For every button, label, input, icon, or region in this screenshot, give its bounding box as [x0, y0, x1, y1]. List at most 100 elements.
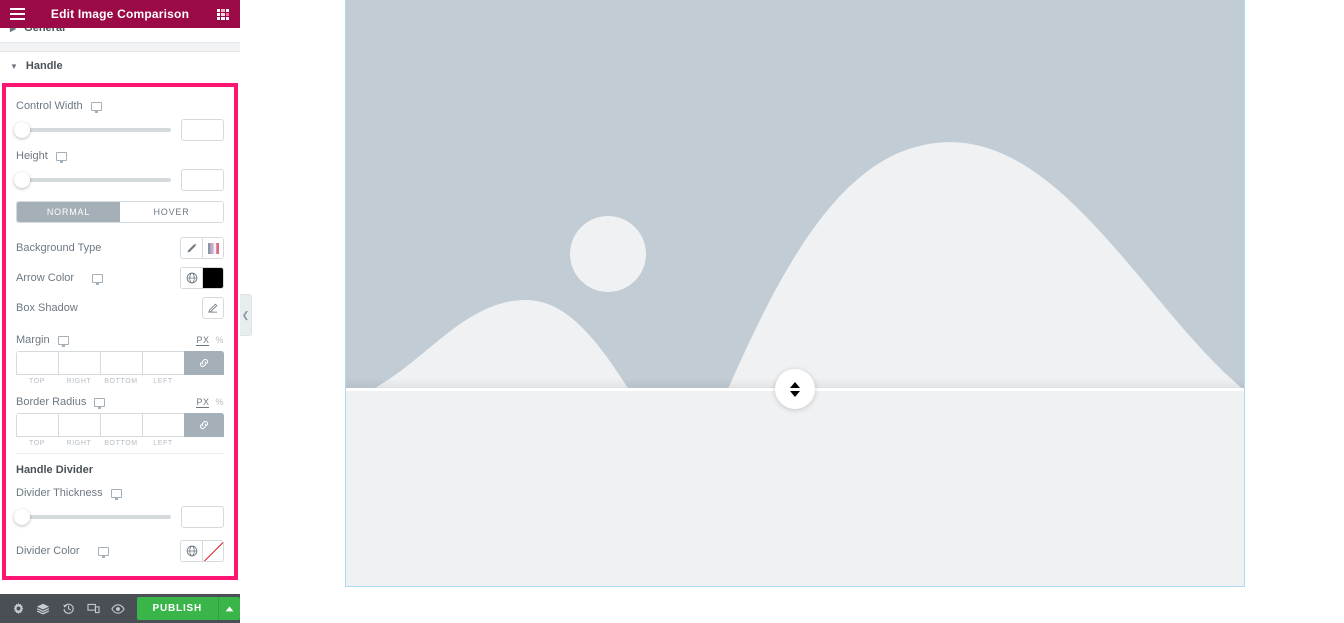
radius-right-label: RIGHT	[66, 440, 92, 447]
border-radius-fields: TOP RIGHT BOTTOM LEFT	[16, 413, 224, 447]
page-title: Edit Image Comparison	[50, 7, 190, 21]
radius-bottom-input[interactable]	[100, 413, 142, 437]
background-type-label: Background Type	[16, 242, 102, 254]
link-icon[interactable]	[184, 351, 224, 375]
desktop-icon[interactable]	[97, 546, 109, 558]
section-general-label: General	[24, 28, 66, 34]
chevron-down-icon: ▼	[10, 61, 18, 71]
radius-left-input[interactable]	[142, 413, 184, 437]
image-comparison-widget[interactable]	[345, 0, 1245, 587]
gear-icon[interactable]	[6, 594, 31, 623]
height-control: Height	[14, 145, 224, 193]
margin-bottom-cell: BOTTOM	[100, 351, 142, 385]
box-shadow-control: Box Shadow	[16, 293, 224, 323]
triangle-up-icon	[790, 381, 800, 388]
link-icon[interactable]	[184, 413, 224, 437]
desktop-icon[interactable]	[57, 335, 69, 347]
background-type-control: Background Type	[16, 233, 224, 263]
radius-right-cell: RIGHT	[58, 413, 100, 447]
publish-button[interactable]: PUBLISH	[136, 597, 219, 620]
responsive-icon[interactable]	[81, 594, 106, 623]
arrow-color-swatch[interactable]	[202, 268, 223, 288]
radius-bottom-cell: BOTTOM	[100, 413, 142, 447]
before-image	[346, 0, 1244, 388]
margin-right-input[interactable]	[58, 351, 100, 375]
height-input[interactable]	[181, 169, 224, 191]
hamburger-menu-icon[interactable]	[0, 0, 34, 28]
desktop-icon[interactable]	[90, 101, 102, 113]
radius-top-label: TOP	[28, 440, 46, 447]
tab-hover[interactable]: HOVER	[120, 202, 223, 222]
handle-settings-group: Control Width Height NORMAL HOVER Backgr…	[2, 83, 238, 580]
arrow-color-control: Arrow Color	[16, 263, 224, 293]
margin-unit-px[interactable]: PX	[196, 335, 210, 346]
paint-brush-icon[interactable]	[181, 238, 202, 258]
margin-bottom-label: BOTTOM	[104, 378, 138, 385]
gradient-icon[interactable]	[202, 238, 223, 258]
state-tabs: NORMAL HOVER	[16, 201, 224, 223]
border-radius-control: Border Radius PX % TOP RIGHT BOTTOM LEFT	[16, 391, 224, 447]
height-label: Height	[16, 150, 48, 162]
divider-color-control: Divider Color	[16, 536, 224, 566]
slider-knob[interactable]	[14, 122, 30, 138]
divider-thickness-input[interactable]	[181, 506, 224, 528]
panel-footer: PUBLISH	[0, 594, 241, 623]
editor-root: Edit Image Comparison ▶ General ▼ Handle	[0, 0, 1344, 623]
control-width-input[interactable]	[181, 119, 224, 141]
margin-left-input[interactable]	[142, 351, 184, 375]
panel-header: Edit Image Comparison	[0, 0, 240, 28]
divider-color-swatch[interactable]	[202, 541, 223, 561]
chevron-up-icon[interactable]	[218, 597, 241, 620]
triangle-down-icon	[790, 390, 800, 397]
margin-fields: TOP RIGHT BOTTOM LEFT	[16, 351, 224, 385]
radius-top-input[interactable]	[16, 413, 58, 437]
control-width-slider[interactable]	[14, 122, 171, 138]
chevron-right-icon: ▶	[10, 28, 17, 33]
history-icon[interactable]	[56, 594, 81, 623]
margin-top-cell: TOP	[16, 351, 58, 385]
background-type-options	[180, 237, 224, 259]
margin-top-label: TOP	[28, 378, 46, 385]
section-general[interactable]: ▶ General	[0, 28, 240, 42]
border-radius-unit-px[interactable]: PX	[196, 397, 210, 408]
control-width-label: Control Width	[16, 100, 83, 112]
margin-unit-percent[interactable]: %	[215, 335, 224, 345]
handle-divider-title: Handle Divider	[16, 453, 224, 482]
desktop-icon[interactable]	[94, 397, 106, 409]
eye-icon[interactable]	[106, 594, 131, 623]
border-radius-unit-percent[interactable]: %	[215, 397, 224, 407]
divider-thickness-slider[interactable]	[14, 509, 171, 525]
elementor-settings-panel: Edit Image Comparison ▶ General ▼ Handle	[0, 0, 241, 623]
tab-normal[interactable]: NORMAL	[17, 202, 120, 222]
margin-left-cell: LEFT	[142, 351, 184, 385]
slider-knob[interactable]	[14, 509, 30, 525]
editor-canvas	[240, 0, 1344, 623]
publish-group: PUBLISH	[136, 597, 241, 620]
globe-icon[interactable]	[181, 541, 202, 561]
apps-grid-icon[interactable]	[206, 0, 240, 28]
arrow-color-picker	[180, 267, 224, 289]
desktop-icon[interactable]	[110, 488, 122, 500]
section-handle[interactable]: ▼ Handle	[0, 52, 240, 80]
chevron-left-icon[interactable]: ❮	[240, 294, 252, 336]
margin-control: Margin PX % TOP RIGHT BOTTOM LEFT	[16, 329, 224, 385]
box-shadow-label: Box Shadow	[16, 302, 78, 314]
comparison-handle[interactable]	[775, 369, 815, 409]
radius-right-input[interactable]	[58, 413, 100, 437]
divider-thickness-label: Divider Thickness	[16, 487, 103, 499]
margin-bottom-input[interactable]	[100, 351, 142, 375]
border-radius-label: Border Radius	[16, 396, 87, 408]
height-slider[interactable]	[14, 172, 171, 188]
panel-scroll-body[interactable]: ▶ General ▼ Handle Control Width Height …	[0, 28, 240, 595]
globe-icon[interactable]	[181, 268, 202, 288]
radius-top-cell: TOP	[16, 413, 58, 447]
divider-color-picker	[180, 540, 224, 562]
layers-icon[interactable]	[31, 594, 56, 623]
section-divider	[0, 42, 240, 52]
margin-right-cell: RIGHT	[58, 351, 100, 385]
slider-knob[interactable]	[14, 172, 30, 188]
desktop-icon[interactable]	[92, 273, 104, 285]
desktop-icon[interactable]	[55, 151, 67, 163]
margin-top-input[interactable]	[16, 351, 58, 375]
pencil-icon[interactable]	[202, 297, 224, 319]
